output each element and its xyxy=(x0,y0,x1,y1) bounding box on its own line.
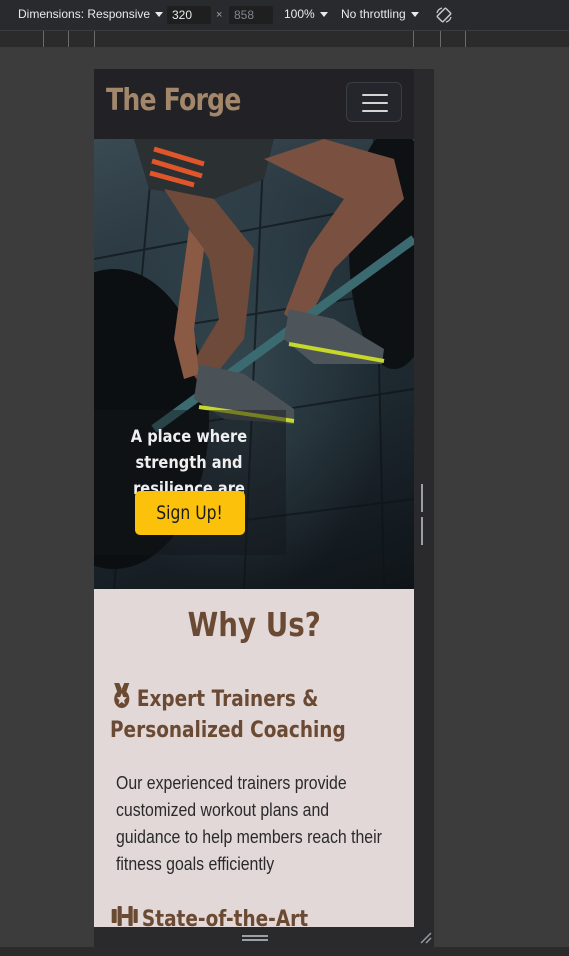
ruler-tick xyxy=(68,31,69,47)
zoom-label: 100% xyxy=(284,7,315,21)
site-navbar: The Forge xyxy=(94,69,414,139)
rotate-icon[interactable] xyxy=(435,6,453,24)
feature-title: State-of-the-Art Equipment xyxy=(110,903,362,927)
dumbbell-icon xyxy=(111,906,138,926)
medal-icon xyxy=(114,683,130,708)
ruler-tick xyxy=(465,31,466,47)
resize-handle-bottom[interactable] xyxy=(242,935,268,941)
feature-description: Our experienced trainers provide customi… xyxy=(116,773,382,874)
why-us-title: Why Us? xyxy=(187,605,321,644)
hamburger-icon xyxy=(362,94,388,96)
resize-handle-right[interactable] xyxy=(421,484,427,545)
hero-section: A place where strength and resilience ar… xyxy=(94,139,414,589)
ruler-tick xyxy=(440,31,441,47)
hamburger-menu-button[interactable] xyxy=(346,82,402,122)
devtools-device-toolbar: Dimensions: Responsive × 100% No throttl… xyxy=(0,0,569,31)
why-us-section: Why Us? Expert Trainers & Personalized C… xyxy=(94,589,414,927)
device-viewport: The Forge A place where strength and res… xyxy=(94,69,414,927)
sign-up-label: Sign Up! xyxy=(156,502,224,524)
devtools-footer xyxy=(0,947,569,956)
width-input[interactable] xyxy=(167,6,211,24)
resize-corner-icon[interactable] xyxy=(418,930,432,944)
ruler-tick xyxy=(43,31,44,47)
dimensions-label: Dimensions: Responsive xyxy=(18,7,151,21)
zoom-dropdown[interactable]: 100% xyxy=(284,7,328,21)
dimensions-dropdown[interactable]: Dimensions: Responsive xyxy=(18,7,164,21)
hamburger-icon xyxy=(362,102,388,104)
height-input[interactable] xyxy=(229,6,273,24)
ruler-tick xyxy=(413,31,414,47)
brand-logo[interactable]: The Forge xyxy=(106,83,241,118)
dimension-separator: × xyxy=(216,9,223,21)
throttling-dropdown[interactable]: No throttling xyxy=(341,7,419,21)
chevron-down-icon xyxy=(410,11,419,17)
chevron-down-icon xyxy=(155,11,164,17)
hamburger-icon xyxy=(362,110,388,112)
ruler-tick xyxy=(94,31,95,47)
throttling-label: No throttling xyxy=(341,7,406,21)
chevron-down-icon xyxy=(319,11,328,17)
media-query-ruler xyxy=(0,31,569,48)
feature-title: Expert Trainers & Personalized Coaching xyxy=(110,681,362,746)
sign-up-button[interactable]: Sign Up! xyxy=(135,491,245,535)
